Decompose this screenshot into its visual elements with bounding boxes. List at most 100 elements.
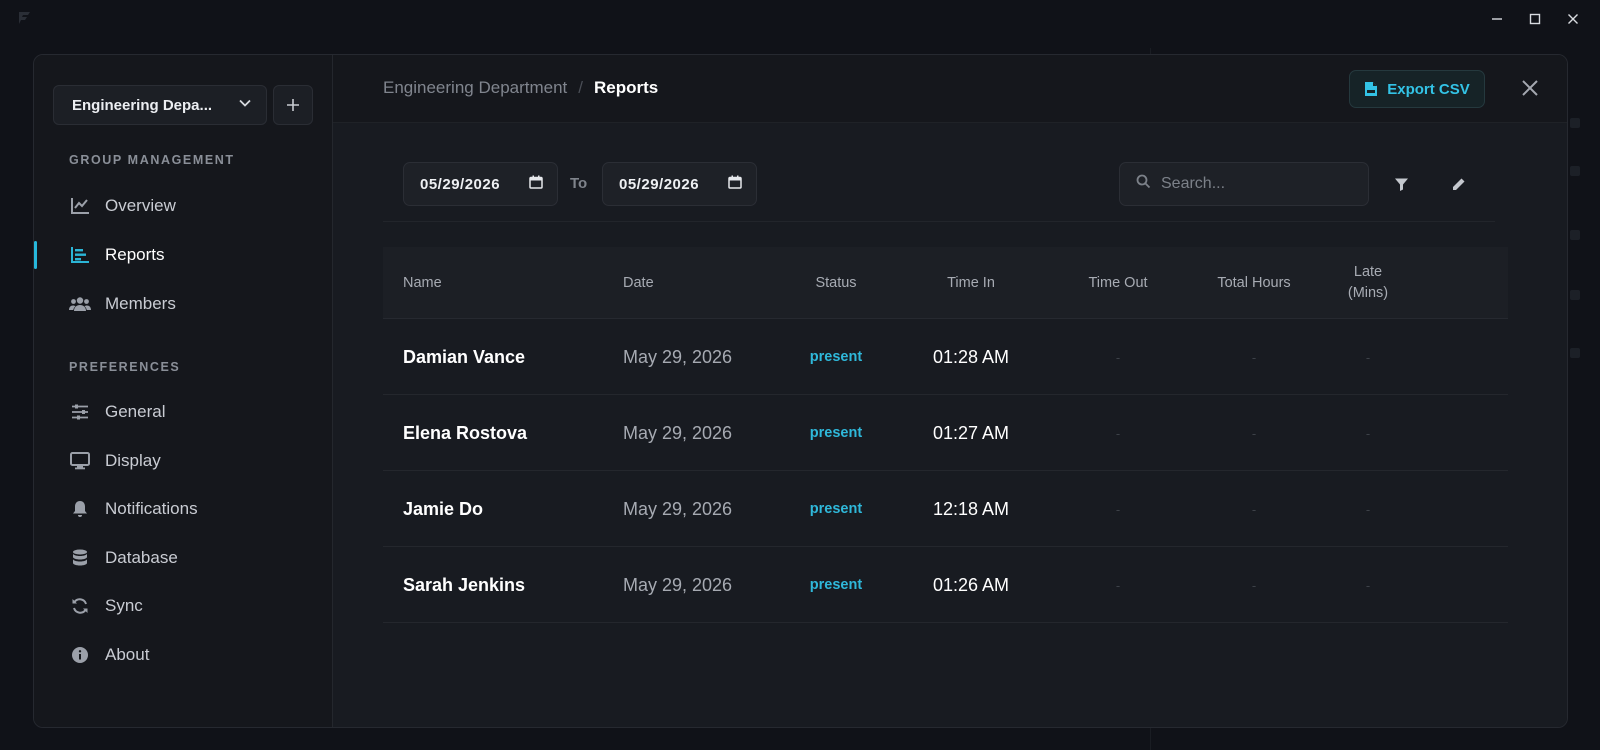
sidebar-item-database[interactable]: Database [34, 539, 333, 577]
column-header-date[interactable]: Date [623, 247, 654, 319]
cell-name: Sarah Jenkins [403, 574, 526, 595]
sidebar-item-label: Overview [105, 196, 176, 215]
cell-date: May 29, 2026 [623, 498, 733, 519]
cell-name: Damian Vance [403, 346, 526, 367]
status-badge: present [809, 425, 863, 441]
sidebar-item-notifications[interactable]: Notifications [34, 490, 333, 528]
sidebar-item-label: Notifications [105, 499, 198, 518]
cell-name: Elena Rostova [403, 422, 528, 443]
cell-time-out: - [1115, 577, 1121, 593]
sidebar-item-sync[interactable]: Sync [34, 587, 333, 625]
monitor-icon [69, 450, 91, 472]
cell-time-in: 01:28 AM [932, 346, 1010, 367]
filter-button[interactable] [1385, 168, 1417, 200]
section-label-group-management: GROUP MANAGEMENT [69, 153, 235, 167]
table-row[interactable]: Elena Rostova May 29, 2026 present 01:27… [383, 395, 1508, 471]
sidebar-item-general[interactable]: General [34, 393, 333, 431]
cell-late-mins: - [1365, 425, 1371, 441]
maximize-icon[interactable] [1516, 8, 1554, 30]
sidebar-item-reports[interactable]: Reports [34, 236, 333, 274]
date-range-to-label: To [570, 175, 588, 192]
sidebar-item-label: Members [105, 294, 176, 313]
sync-icon [69, 595, 91, 617]
search-box[interactable] [1119, 162, 1369, 206]
department-select[interactable]: Engineering Depa... [53, 85, 267, 125]
breadcrumb-current: Reports [594, 78, 659, 97]
sidebar-item-members[interactable]: Members [34, 285, 333, 323]
department-select-label: Engineering Depa... [72, 96, 213, 114]
cell-total-hours: - [1251, 425, 1257, 441]
bell-icon [69, 498, 91, 520]
column-header-total-hours[interactable]: Total Hours [1199, 247, 1309, 319]
status-badge: present [809, 577, 863, 593]
sidebar-item-about[interactable]: About [34, 636, 333, 674]
search-input[interactable] [1161, 175, 1351, 193]
cell-time-in: 01:27 AM [932, 422, 1010, 443]
sidebar-item-display[interactable]: Display [34, 442, 333, 480]
table-row[interactable]: Sarah Jenkins May 29, 2026 present 01:26… [383, 547, 1508, 623]
window-controls [1478, 8, 1592, 30]
cell-total-hours: - [1251, 577, 1257, 593]
cell-late-mins: - [1365, 349, 1371, 365]
date-from-input[interactable]: 05/29/2026 [403, 162, 558, 206]
cell-name: Jamie Do [403, 498, 484, 519]
calendar-icon [529, 175, 543, 193]
cell-date: May 29, 2026 [623, 574, 733, 595]
sidebar-item-label: Database [105, 548, 178, 567]
status-badge: present [809, 501, 863, 517]
csv-file-icon [1365, 82, 1378, 96]
main-content: Engineering Department / Reports Export … [333, 55, 1567, 727]
cell-time-out: - [1115, 425, 1121, 441]
breadcrumb-parent[interactable]: Engineering Department [383, 78, 567, 98]
filter-bar: 05/29/2026 To 05/29/2026 [383, 162, 1495, 222]
cell-date: May 29, 2026 [623, 346, 733, 367]
date-to-input[interactable]: 05/29/2026 [602, 162, 757, 206]
modal-header: Engineering Department / Reports Export … [333, 55, 1567, 123]
export-csv-label: Export CSV [1387, 80, 1470, 98]
sidebar-item-label: Reports [105, 245, 165, 264]
sidebar: Engineering Depa... GROUP MANAGEMENT Ove… [34, 55, 333, 727]
sliders-icon [69, 401, 91, 423]
close-icon[interactable] [1554, 8, 1592, 30]
cell-late-mins: - [1365, 501, 1371, 517]
column-header-late-mins[interactable]: Late (Mins) [1328, 247, 1408, 319]
breadcrumb-separator: / [578, 78, 584, 97]
add-group-button[interactable] [273, 85, 313, 125]
close-modal-button[interactable] [1515, 73, 1545, 103]
filter-icon [1394, 178, 1408, 191]
sidebar-item-overview[interactable]: Overview [34, 187, 333, 225]
reports-modal: Engineering Depa... GROUP MANAGEMENT Ove… [33, 54, 1568, 728]
chart-line-icon [69, 195, 91, 217]
cell-late-mins: - [1365, 577, 1371, 593]
cell-date: May 29, 2026 [623, 422, 733, 443]
database-icon [69, 547, 91, 569]
search-icon [1136, 174, 1151, 194]
export-csv-button[interactable]: Export CSV [1349, 70, 1485, 108]
column-header-time-in[interactable]: Time In [921, 247, 1021, 319]
sidebar-item-label: About [105, 645, 150, 664]
sidebar-item-label: General [105, 402, 166, 421]
sidebar-item-label: Display [105, 451, 161, 470]
column-header-time-out[interactable]: Time Out [1068, 247, 1168, 319]
sidebar-item-label: Sync [105, 596, 143, 615]
info-icon [69, 644, 91, 666]
chart-bar-icon [69, 244, 91, 266]
cell-total-hours: - [1251, 501, 1257, 517]
users-icon [69, 293, 91, 315]
close-icon [1522, 80, 1538, 96]
edit-button[interactable] [1442, 168, 1474, 200]
pencil-icon [1452, 178, 1464, 190]
table-row[interactable]: Damian Vance May 29, 2026 present 01:28 … [383, 319, 1508, 395]
table-header: Name Date Status Time In Time Out Total … [383, 247, 1508, 319]
plus-icon [287, 99, 299, 111]
cell-time-in: 12:18 AM [932, 498, 1010, 519]
column-header-name[interactable]: Name [403, 247, 442, 319]
app-logo-icon [17, 10, 33, 26]
cell-time-out: - [1115, 501, 1121, 517]
minimize-icon[interactable] [1478, 8, 1516, 30]
chevron-down-icon [238, 96, 252, 114]
attendance-table: Name Date Status Time In Time Out Total … [383, 247, 1508, 623]
calendar-icon [728, 175, 742, 193]
column-header-status[interactable]: Status [796, 247, 876, 319]
table-row[interactable]: Jamie Do May 29, 2026 present 12:18 AM -… [383, 471, 1508, 547]
